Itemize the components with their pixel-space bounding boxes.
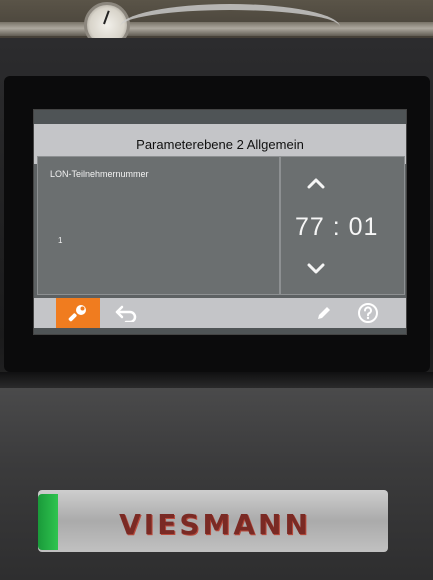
- screen-top-strip: [34, 110, 406, 124]
- edit-button[interactable]: [312, 302, 336, 324]
- logo-green-stripe: [38, 494, 58, 550]
- housing-trim: [0, 372, 433, 388]
- pencil-icon: [318, 307, 330, 319]
- help-button[interactable]: [356, 301, 380, 325]
- control-display: Parameterebene 2 Allgemein LON-Teilnehme…: [34, 110, 406, 334]
- increase-button[interactable]: [302, 172, 330, 194]
- chevron-up-icon: [307, 178, 325, 189]
- decrease-button[interactable]: [302, 258, 330, 280]
- parameter-index: 1: [58, 236, 63, 245]
- wrench-icon: [68, 305, 86, 322]
- back-button[interactable]: [112, 302, 140, 324]
- parameter-pane[interactable]: LON-Teilnehmernummer 1: [37, 156, 280, 295]
- bottom-toolbar: [34, 298, 406, 328]
- parameter-value: 77 : 01: [295, 213, 379, 241]
- screen-bottom-strip: [34, 328, 406, 334]
- parameter-name: LON-Teilnehmernummer: [50, 169, 149, 179]
- value-pane: 77 : 01: [280, 156, 405, 295]
- help-icon: [358, 303, 378, 323]
- service-button[interactable]: [56, 298, 100, 328]
- page-title: Parameterebene 2 Allgemein: [136, 136, 304, 152]
- back-arrow-icon: [115, 305, 137, 322]
- brand-logo: VIESMANN: [119, 508, 311, 541]
- chevron-down-icon: [307, 263, 325, 274]
